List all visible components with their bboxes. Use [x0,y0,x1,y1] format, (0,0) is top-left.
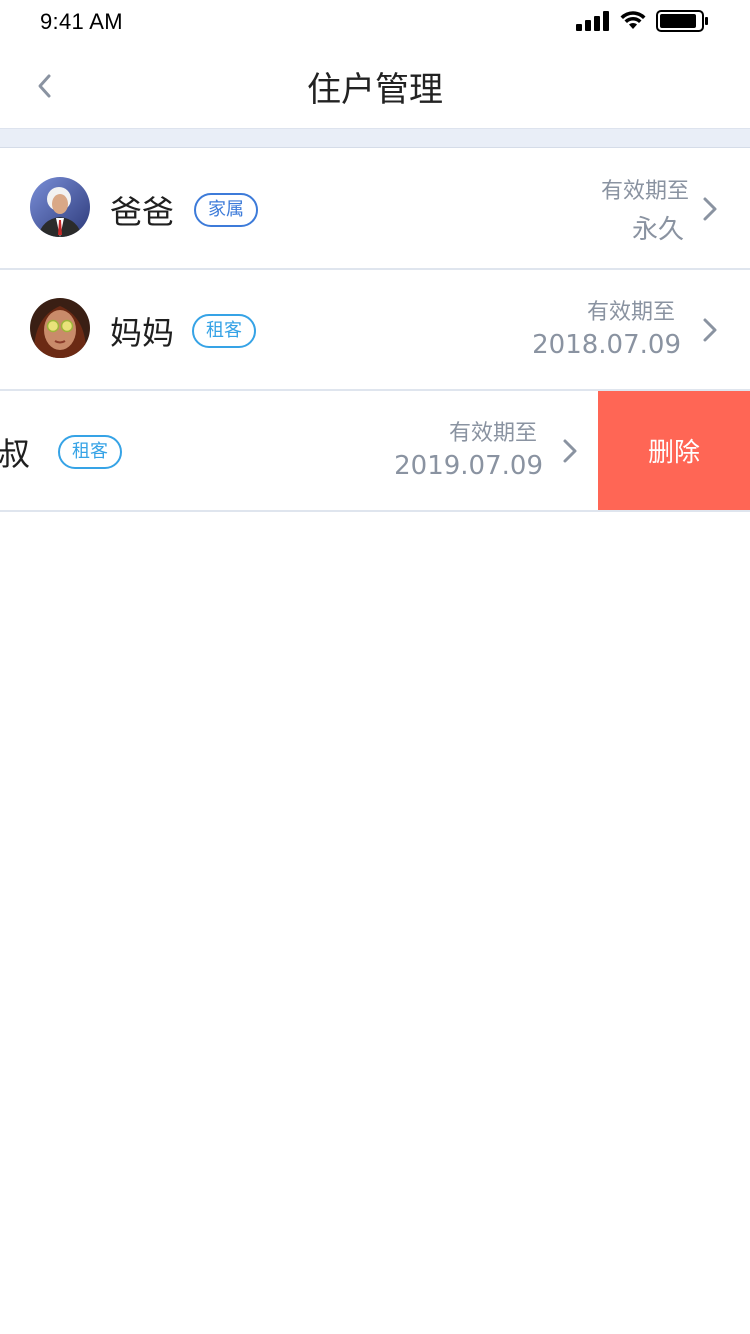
resident-name: 妈妈 [110,314,175,352]
chevron-right-icon [703,197,717,221]
page-title: 住户管理 [307,70,443,110]
valid-until-value: 2019.07.09 [394,451,543,481]
valid-until-label: 有效期至 [600,179,689,204]
delete-button[interactable]: 删除 [598,391,750,510]
battery-icon [656,10,708,32]
status-time: 9:41 AM [40,9,123,34]
relationship-badge: 租客 [58,435,122,469]
resident-row[interactable]: 妈妈 租客 有效期至 2018.07.09 [0,270,750,391]
resident-list: 爸爸 家属 有效期至 永久 妈妈 租客 有效期至 2018.07.09 叔 租客… [0,149,750,512]
resident-row[interactable]: 叔 租客 有效期至 2019.07.09 删除 [0,391,750,512]
valid-until-label: 有效期至 [448,421,537,446]
section-divider [0,128,750,148]
chevron-right-icon [563,439,577,463]
resident-row-content: 妈妈 租客 有效期至 2018.07.09 [0,270,750,389]
valid-until-label: 有效期至 [586,300,675,325]
resident-row[interactable]: 爸爸 家属 有效期至 永久 [0,149,750,270]
nav-bar: 住户管理 [0,44,750,128]
resident-name: 爸爸 [110,193,175,231]
status-bar: 9:41 AM [0,0,750,44]
status-icons [576,9,710,33]
relationship-badge: 租客 [192,314,256,348]
chevron-right-icon [703,318,717,342]
resident-name: 叔 [0,435,31,473]
wifi-icon [620,11,646,29]
signal-icon [576,11,609,31]
valid-until-value: 永久 [631,215,684,245]
valid-until-value: 2018.07.09 [532,330,681,360]
avatar [30,298,90,358]
resident-row-content: 爸爸 家属 有效期至 永久 [0,149,750,268]
avatar [30,177,90,237]
relationship-badge: 家属 [194,193,258,227]
